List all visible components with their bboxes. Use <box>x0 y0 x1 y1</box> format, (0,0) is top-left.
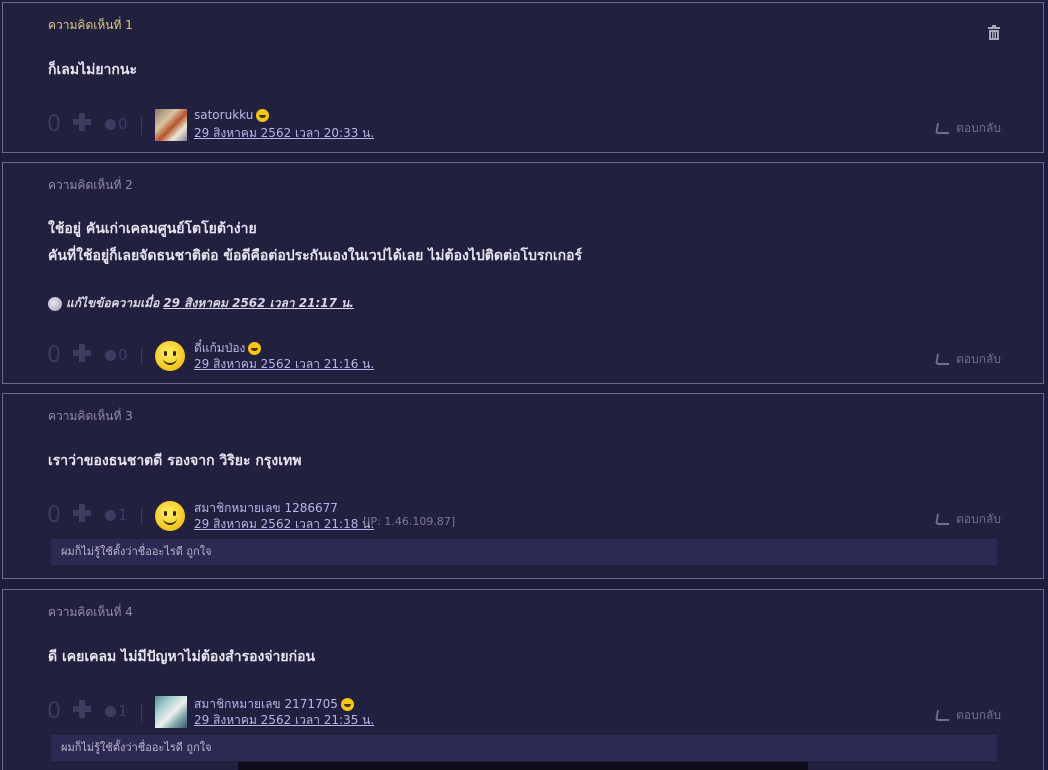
user-avatar[interactable] <box>155 109 187 141</box>
emotion-icon <box>105 705 116 717</box>
emotion-count[interactable]: 1 <box>105 702 128 720</box>
comment-list: ความคิดเห็นที่ 1 ก็เลมไม่ยากนะ 0 0 sator… <box>0 0 1048 770</box>
laugh-icon <box>340 698 354 711</box>
reply-label: ตอบกลับ <box>956 708 1001 722</box>
reply-button[interactable]: ตอบกลับ <box>935 350 1001 369</box>
comment-date[interactable]: 29 สิงหาคม 2562 เวลา 21:35 น. <box>194 711 374 730</box>
vote-count: 0 <box>47 343 61 368</box>
reply-icon <box>935 514 952 525</box>
reply-icon <box>935 123 952 134</box>
user-signature: ผมก็ไม่รู้ใช้ตั้งว่าชื่ออะไรดี ถูกใจ <box>51 539 997 565</box>
comment-heading: ความคิดเห็นที่ 4 <box>48 605 133 619</box>
bottom-toolbar <box>238 762 808 770</box>
reply-label: ตอบกลับ <box>956 352 1001 366</box>
emotion-icon <box>105 509 116 521</box>
comment-date[interactable]: 29 สิงหาคม 2562 เวลา 20:33 น. <box>194 124 374 143</box>
plus-vote-icon[interactable] <box>71 111 93 133</box>
comment-body: ใช้อยู่ คันเก่าเคลมศูนย์โตโยต้าง่าย คันท… <box>48 216 582 270</box>
comment-line: เราว่าของธนชาตดี รองจาก วิริยะ กรุงเทพ <box>48 453 302 469</box>
comment-card-3: ความคิดเห็นที่ 3 เราว่าของธนชาตดี รองจาก… <box>2 393 1044 579</box>
comment-card-1: ความคิดเห็นที่ 1 ก็เลมไม่ยากนะ 0 0 sator… <box>2 2 1044 153</box>
laugh-icon <box>256 108 270 122</box>
emotion-count-value: 0 <box>118 115 128 133</box>
emotion-count[interactable]: 1 <box>105 506 128 524</box>
reply-button[interactable]: ตอบกลับ <box>935 510 1001 529</box>
reply-icon <box>935 710 952 721</box>
comment-footer: 0 0 satorukku 29 สิงหาคม 2562 เวลา 20:33… <box>3 108 1043 145</box>
emotion-count-value: 0 <box>118 346 128 364</box>
user-avatar[interactable] <box>155 696 187 728</box>
comment-card-4: ความคิดเห็นที่ 4 ดี เคยเคลม ไม่มีปัญหาไม… <box>2 589 1044 770</box>
author-name: satorukku <box>194 108 254 122</box>
trash-icon[interactable] <box>987 25 1001 41</box>
comment-footer: 0 1 สมาชิกหมายเลข 1286677 29 สิงหาคม 256… <box>3 500 1043 536</box>
plus-vote-icon[interactable] <box>71 698 93 720</box>
edit-note: แก้ไขข้อความเมื่อ 29 สิงหาคม 2562 เวลา 2… <box>48 294 354 313</box>
comment-body: ก็เลมไม่ยากนะ <box>48 57 137 84</box>
comment-heading: ความคิดเห็นที่ 3 <box>48 409 133 423</box>
comment-line: ใช้อยู่ คันเก่าเคลมศูนย์โตโยต้าง่าย <box>48 221 257 237</box>
emotion-count[interactable]: 0 <box>105 346 128 364</box>
comment-card-2: ความคิดเห็นที่ 2 ใช้อยู่ คันเก่าเคลมศูนย… <box>2 162 1044 384</box>
reply-label: ตอบกลับ <box>956 121 1001 135</box>
comment-footer: 0 1 สมาชิกหมายเลข 2171705 29 สิงหาคม 256… <box>3 696 1043 732</box>
emotion-count-value: 1 <box>118 702 128 720</box>
comment-heading: ความคิดเห็นที่ 1 <box>48 18 133 32</box>
divider <box>141 348 142 366</box>
comment-body: เราว่าของธนชาตดี รองจาก วิริยะ กรุงเทพ <box>48 448 301 475</box>
comment-date[interactable]: 29 สิงหาคม 2562 เวลา 21:18 น. <box>194 515 374 534</box>
emotion-count-value: 1 <box>118 506 128 524</box>
reply-button[interactable]: ตอบกลับ <box>935 706 1001 725</box>
ip-address: [IP: 1.46.109.87] <box>363 515 456 528</box>
emotion-count[interactable]: 0 <box>105 115 128 133</box>
author-link[interactable]: satorukku <box>194 108 270 122</box>
laugh-icon <box>248 342 262 355</box>
divider <box>141 117 142 135</box>
divider <box>141 704 142 722</box>
edit-time[interactable]: 29 สิงหาคม 2562 เวลา 21:17 น. <box>163 294 354 313</box>
plus-vote-icon[interactable] <box>71 502 93 524</box>
comment-body: ดี เคยเคลม ไม่มีปัญหาไม่ต้องสำรองจ่ายก่อ… <box>48 644 315 671</box>
comment-line: คันที่ใช้อยู่ก็เลยจัดธนชาติต่อ ข้อดีคือต… <box>48 248 583 264</box>
vote-count: 0 <box>47 699 61 724</box>
comment-line: ดี เคยเคลม ไม่มีปัญหาไม่ต้องสำรองจ่ายก่อ… <box>48 649 316 665</box>
user-signature: ผมก็ไม่รู้ใช้ตั้งว่าชื่ออะไรดี ถูกใจ <box>51 735 997 761</box>
vote-count: 0 <box>47 503 61 528</box>
edit-icon <box>48 296 62 311</box>
emotion-icon <box>105 118 116 130</box>
comment-date[interactable]: 29 สิงหาคม 2562 เวลา 21:16 น. <box>194 355 374 374</box>
reply-button[interactable]: ตอบกลับ <box>935 119 1001 138</box>
emotion-icon <box>105 349 116 361</box>
reply-label: ตอบกลับ <box>956 512 1001 526</box>
comment-line: ก็เลมไม่ยากนะ <box>48 62 137 78</box>
smiley-avatar-icon[interactable] <box>155 501 185 531</box>
comment-footer: 0 0 ดี๋แก้มป่อง 29 สิงหาคม 2562 เวลา 21:… <box>3 340 1043 376</box>
divider <box>141 508 142 526</box>
comment-heading: ความคิดเห็นที่ 2 <box>48 178 133 192</box>
plus-vote-icon[interactable] <box>71 342 93 364</box>
reply-icon <box>935 354 952 365</box>
edit-prefix: แก้ไขข้อความเมื่อ <box>66 296 160 310</box>
vote-count: 0 <box>47 112 61 137</box>
smiley-avatar-icon[interactable] <box>155 341 185 371</box>
